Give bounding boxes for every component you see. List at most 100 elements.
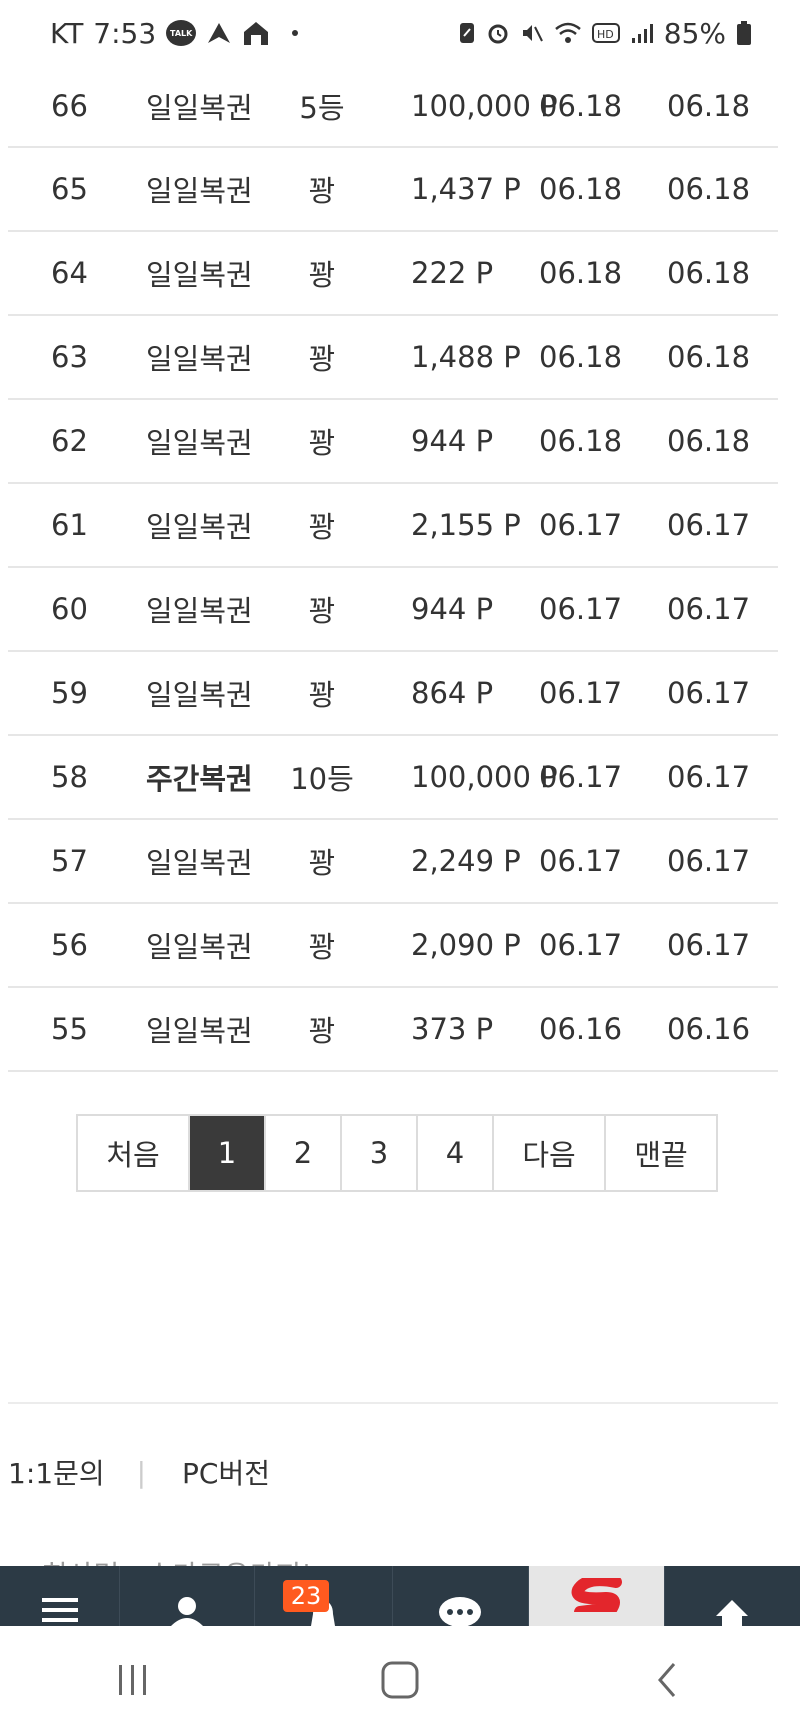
my-account-button[interactable]	[120, 1566, 256, 1626]
result-rank: 5등	[299, 91, 345, 125]
result-rank: 꽝	[308, 930, 336, 964]
payout-date: 06.18	[667, 424, 751, 458]
point-amount: 944 P	[411, 424, 494, 458]
table-row: 57 일일복권 꽝 2,249 P 06.17 06.17	[8, 820, 778, 904]
result-rank: 꽝	[308, 258, 336, 292]
draw-date: 06.17	[539, 592, 623, 626]
table-row: 64 일일복권 꽝 222 P 06.18 06.18	[8, 232, 778, 316]
point-amount: 100,000 P	[411, 760, 558, 794]
result-rank: 꽝	[308, 426, 336, 460]
kakaotalk-icon: TALK	[166, 20, 197, 46]
payout-date: 06.17	[667, 508, 751, 542]
row-number: 55	[51, 1012, 88, 1046]
recent-apps-button[interactable]	[93, 1650, 173, 1710]
point-amount: 1,437 P	[411, 172, 521, 206]
payout-date: 06.18	[667, 256, 751, 290]
clock: 7:53	[93, 16, 157, 50]
status-bar: KT 7:53 TALK HD 85%	[0, 0, 800, 66]
result-rank: 꽝	[308, 510, 336, 544]
point-amount: 944 P	[411, 592, 494, 626]
table-row: 59 일일복권 꽝 864 P 06.17 06.17	[8, 652, 778, 736]
draw-date: 06.17	[539, 760, 623, 794]
draw-date: 06.17	[539, 508, 623, 542]
notification-count-badge: 23	[283, 1580, 329, 1612]
table-row: 62 일일복권 꽝 944 P 06.18 06.18	[8, 400, 778, 484]
lottery-type: 일일복권	[146, 1014, 253, 1048]
table-row: 55 일일복권 꽝 373 P 06.16 06.16	[8, 988, 778, 1072]
payout-date: 06.17	[667, 592, 751, 626]
row-number: 62	[51, 424, 88, 458]
draw-date: 06.18	[539, 340, 623, 374]
row-number: 56	[51, 928, 88, 962]
table-row: 56 일일복권 꽝 2,090 P 06.17 06.17	[8, 904, 778, 988]
page-3-button[interactable]: 3	[342, 1116, 418, 1190]
lottery-type: 일일복권	[146, 426, 253, 460]
hd-voice-icon: HD	[591, 22, 620, 44]
back-icon	[657, 1663, 675, 1697]
lottery-type: 일일복권	[146, 930, 253, 964]
table-row: 65 일일복권 꽝 1,437 P 06.18 06.18	[8, 148, 778, 232]
chat-button[interactable]	[393, 1566, 529, 1626]
inquiry-link[interactable]: 1:1문의	[8, 1452, 105, 1492]
page-1-button[interactable]: 1	[190, 1116, 266, 1190]
page-next-button[interactable]: 다음	[494, 1116, 606, 1190]
footer-divider	[8, 1402, 778, 1404]
footer-links: 1:1문의 | PC버전	[8, 1452, 270, 1492]
point-amount: 373 P	[411, 1012, 494, 1046]
result-rank: 꽝	[308, 678, 336, 712]
payout-date: 06.17	[667, 760, 751, 794]
draw-date: 06.18	[539, 172, 623, 206]
pagination: 처음 1 2 3 4 다음 맨끝	[76, 1114, 718, 1192]
table-row: 61 일일복권 꽝 2,155 P 06.17 06.17	[8, 484, 778, 568]
table-row: 58 주간복권 10등 100,000 P 06.17 06.17	[8, 736, 778, 820]
lottery-type: 일일복권	[146, 258, 253, 292]
point-amount: 864 P	[411, 676, 494, 710]
table-row: 60 일일복권 꽝 944 P 06.17 06.17	[8, 568, 778, 652]
site-logo-button[interactable]	[528, 1566, 665, 1626]
system-nav-bar	[0, 1626, 800, 1734]
lottery-history-table: 66 일일복권 5등 100,000 P 06.18 06.18 65 일일복권 꽝 1,437 …	[8, 66, 778, 1072]
page-4-button[interactable]: 4	[418, 1116, 494, 1190]
bottom-toolbar	[0, 1566, 800, 1626]
draw-date: 06.17	[539, 928, 623, 962]
point-amount: 2,249 P	[411, 844, 521, 878]
row-number: 61	[51, 508, 88, 542]
home-app-icon	[242, 20, 270, 46]
table-row: 63 일일복권 꽝 1,488 P 06.18 06.18	[8, 316, 778, 400]
row-number: 65	[51, 172, 88, 206]
row-number: 63	[51, 340, 88, 374]
payout-date: 06.17	[667, 844, 751, 878]
alarm-icon	[486, 21, 510, 45]
row-number: 59	[51, 676, 88, 710]
row-number: 60	[51, 592, 88, 626]
back-button[interactable]	[627, 1650, 707, 1710]
more-notifications-dot	[292, 30, 299, 36]
result-rank: 꽝	[308, 846, 336, 880]
signal-icon	[630, 22, 654, 44]
scroll-top-button[interactable]	[665, 1566, 800, 1626]
payout-date: 06.18	[667, 340, 751, 374]
draw-date: 06.18	[539, 89, 623, 123]
menu-button[interactable]	[0, 1566, 121, 1626]
payout-date: 06.17	[667, 676, 751, 710]
page-first-button[interactable]: 처음	[78, 1116, 190, 1190]
row-number: 66	[51, 89, 88, 123]
payout-date: 06.16	[667, 1012, 751, 1046]
page-last-button[interactable]: 맨끝	[606, 1116, 716, 1190]
home-button[interactable]	[360, 1650, 440, 1710]
battery-saver-icon	[458, 21, 476, 45]
recent-apps-icon	[119, 1665, 147, 1695]
payout-date: 06.17	[667, 928, 751, 962]
lottery-type: 일일복권	[146, 510, 253, 544]
draw-date: 06.18	[539, 256, 623, 290]
carrier-label: KT	[50, 16, 84, 50]
point-amount: 100,000 P	[411, 89, 558, 123]
payout-date: 06.18	[667, 89, 751, 123]
pc-version-link[interactable]: PC버전	[182, 1452, 270, 1492]
result-rank: 꽝	[308, 174, 336, 208]
payout-date: 06.18	[667, 172, 751, 206]
page-2-button[interactable]: 2	[266, 1116, 342, 1190]
result-rank: 꽝	[308, 594, 336, 628]
wifi-icon	[554, 21, 582, 45]
footer-separator: |	[136, 1455, 147, 1489]
